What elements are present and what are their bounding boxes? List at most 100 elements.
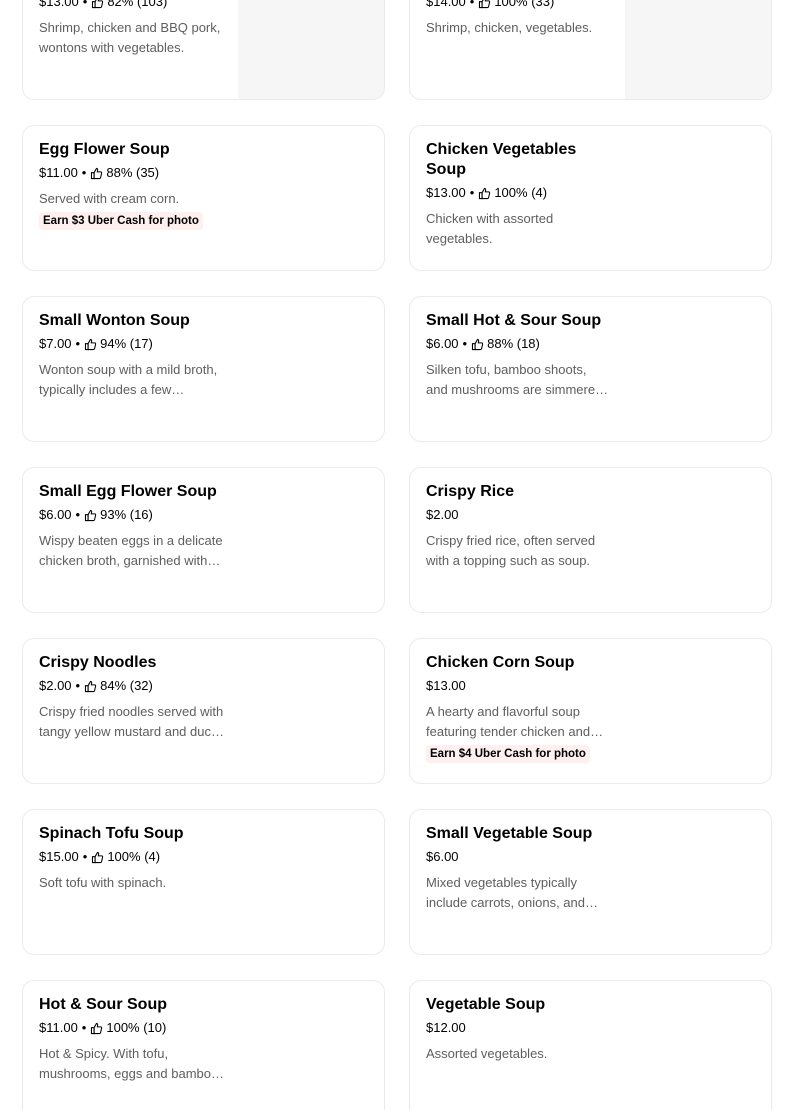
menu-item-title: Chicken Corn Soup (426, 654, 575, 671)
menu-row: Hot & Sour Soup $11.00 • 100% (10) Hot & Spi… (22, 980, 772, 1110)
menu-item-description: Shrimp, chicken and BBQ pork, wontons wi… (39, 20, 221, 55)
menu-item-rating: 84% (32) (100, 678, 153, 693)
thumbs-up-icon (84, 509, 100, 522)
menu-item-title: Chicken Vegetables Soup (426, 141, 577, 178)
thumbs-up-icon (478, 187, 494, 200)
menu-item-body: Crispy Noodles $2.00 • 84% (32) Crispy fried… (39, 653, 224, 742)
menu-item-price: $11.00 (39, 165, 78, 180)
menu-item-meta: $14.00 • 100% (33) (426, 0, 611, 10)
menu-item-rating: 82% (103) (107, 0, 168, 9)
menu-item-description: Silken tofu, bamboo shoots, and mushroom… (426, 362, 603, 397)
menu-item-rating: 88% (18) (487, 336, 540, 351)
menu-item-description: Shrimp, chicken, vegetables. (426, 20, 593, 35)
menu-item-rating: 100% (4) (107, 849, 161, 864)
menu-row: Small Wonton Soup $7.00 • 94% (17) Wonton so… (22, 296, 772, 442)
menu-item-card[interactable]: Small Vegetable Soup $6.00 Mixed vegetable… (409, 809, 772, 955)
menu-item-body: Chicken Vegetables Soup $13.00 • 100% (4) Ch… (426, 140, 611, 249)
menu-item-price: $13.00 (426, 678, 466, 693)
menu-item-price: $11.00 (39, 1020, 78, 1035)
separator-dot: • (81, 165, 87, 180)
menu-item-price: $6.00 (426, 336, 459, 351)
menu-item-price: $12.00 (426, 1020, 466, 1035)
menu-item-card[interactable]: Egg Flower Soup $11.00 • 88% (35) Served wit… (22, 125, 385, 271)
menu-item-rating: 100% (10) (106, 1020, 167, 1035)
menu-item-card[interactable]: Small Wonton Soup $7.00 • 94% (17) Wonton so… (22, 296, 385, 442)
thumbs-up-icon (84, 338, 100, 351)
menu-item-title: Vegetable Soup (426, 996, 546, 1013)
menu-item-image (238, 0, 384, 99)
menu-item-title: Crispy Rice (426, 483, 515, 500)
separator-dot: • (469, 0, 475, 9)
menu-item-title: Egg Flower Soup (39, 141, 170, 158)
menu-item-rating: 100% (4) (494, 185, 548, 200)
menu-item-card[interactable]: Spinach Tofu Soup $15.00 • 100% (4) Soft tof… (22, 809, 385, 955)
menu-item-card[interactable]: Small Hot & Sour Soup $6.00 • 88% (18) Silke… (409, 296, 772, 442)
menu-item-meta: $13.00 • 100% (4) (426, 185, 611, 201)
menu-item-description: Hot & Spicy. With tofu, mushrooms, eggs … (39, 1046, 219, 1081)
menu-item-rating: 93% (16) (100, 507, 153, 522)
menu-item-description: Crispy fried noodles served with tangy y… (39, 704, 224, 739)
uber-cash-promo-badge: Earn $3 Uber Cash for photo (39, 212, 203, 230)
menu-item-meta: $11.00 • 88% (35) (39, 165, 224, 181)
menu-item-price: $14.00 (426, 0, 466, 9)
thumbs-up-icon (91, 851, 107, 864)
menu-item-title: Hot & Sour Soup (39, 996, 167, 1013)
menu-item-card[interactable]: Small Egg Flower Soup $6.00 • 93% (16) Wispy… (22, 467, 385, 613)
menu-item-card[interactable]: Hot & Sour Soup $11.00 • 100% (10) Hot & Spi… (22, 980, 385, 1110)
menu-item-description: Assorted vegetables. (426, 1046, 548, 1061)
menu-item-price: $7.00 (39, 336, 72, 351)
menu-item-price: $6.00 (39, 507, 72, 522)
menu-item-price: $2.00 (39, 678, 72, 693)
menu-item-card[interactable]: Sizzling Rice Soup$14.00•100% (33)Shrimp… (409, 0, 772, 100)
menu-item-body: Hot & Sour Soup $11.00 • 100% (10) Hot & Spi… (39, 995, 224, 1084)
menu-item-card[interactable]: Chicken Corn Soup $13.00 A hearty and flav… (409, 638, 772, 784)
menu-item-price: $15.00 (39, 849, 79, 864)
menu-item-body: Sizzling Rice Soup$14.00•100% (33)Shrimp… (426, 0, 611, 38)
menu-item-meta: $6.00 • 88% (18) (426, 336, 611, 352)
menu-item-description: Mixed vegetables typically include carro… (426, 875, 585, 910)
thumbs-up-icon (90, 167, 106, 180)
menu-item-description: A hearty and flavorful soup featuring te… (426, 704, 591, 739)
menu-item-card[interactable]: Vegetable Soup $12.00 Assorted vegetables. (409, 980, 772, 1110)
thumbs-up-icon (84, 680, 100, 693)
menu-item-title: Small Egg Flower Soup (39, 483, 217, 500)
menu-item-meta: $2.00 (426, 507, 611, 523)
menu-item-rating: 88% (35) (106, 165, 160, 180)
separator-dot: • (462, 336, 468, 351)
menu-row: Small Egg Flower Soup $6.00 • 93% (16) Wispy… (22, 467, 772, 613)
menu-item-meta: $13.00 (426, 678, 611, 694)
menu-item-body: Vegetable Soup $12.00 Assorted vegetables. (426, 995, 611, 1064)
menu-item-description: Wispy beaten eggs in a delicate chicken … (39, 533, 223, 568)
menu-item-card[interactable]: Crispy Rice $2.00 Crispy fried rice, often… (409, 467, 772, 613)
menu-item-meta: $13.00 • 82% (103) (39, 0, 224, 10)
separator-dot: • (75, 507, 81, 522)
menu-item-body: Small Egg Flower Soup $6.00 • 93% (16) Wispy… (39, 482, 224, 571)
menu-item-price: $2.00 (426, 507, 459, 522)
menu-item-image (625, 0, 771, 99)
menu-item-title: Crispy Noodles (39, 654, 157, 671)
menu-item-card[interactable]: Chicken Vegetables Soup $13.00 • 100% (4) Ch… (409, 125, 772, 271)
separator-dot: • (82, 849, 88, 864)
separator-dot: • (75, 336, 81, 351)
separator-dot: • (81, 1020, 87, 1035)
menu-item-body: Chicken Corn Soup $13.00 A hearty and flav… (426, 653, 611, 763)
menu-item-meta: $7.00 • 94% (17) (39, 336, 224, 352)
menu-item-body: Egg Flower Soup $11.00 • 88% (35) Served wit… (39, 140, 224, 230)
menu-item-description: Wonton soup with a mild broth, typically… (39, 362, 218, 397)
menu-item-body: Small Wonton Soup $7.00 • 94% (17) Wonton so… (39, 311, 224, 400)
menu-row: Egg Flower Soup $11.00 • 88% (35) Served wit… (22, 125, 772, 271)
menu-row: Spinach Tofu Soup $15.00 • 100% (4) Soft tof… (22, 809, 772, 955)
menu-item-description: Soft tofu with spinach. (39, 875, 167, 890)
menu-item-body: Spinach Tofu Soup $15.00 • 100% (4) Soft tof… (39, 824, 224, 893)
menu-item-meta: $6.00 (426, 849, 611, 865)
menu-item-title: Small Wonton Soup (39, 312, 190, 329)
menu-item-price: $13.00 (426, 185, 466, 200)
menu-item-card[interactable]: Wonton Soup$13.00•82% (103)Shrimp, chick… (22, 0, 385, 100)
menu-item-description: Served with cream corn. (39, 191, 180, 206)
menu-item-title: Small Vegetable Soup (426, 825, 593, 842)
menu-item-description: Crispy fried rice, often served with a t… (426, 533, 596, 568)
thumbs-up-icon (471, 338, 487, 351)
menu-item-card[interactable]: Crispy Noodles $2.00 • 84% (32) Crispy fried… (22, 638, 385, 784)
thumbs-up-icon (90, 1022, 106, 1035)
menu-item-title: Small Hot & Sour Soup (426, 312, 602, 329)
